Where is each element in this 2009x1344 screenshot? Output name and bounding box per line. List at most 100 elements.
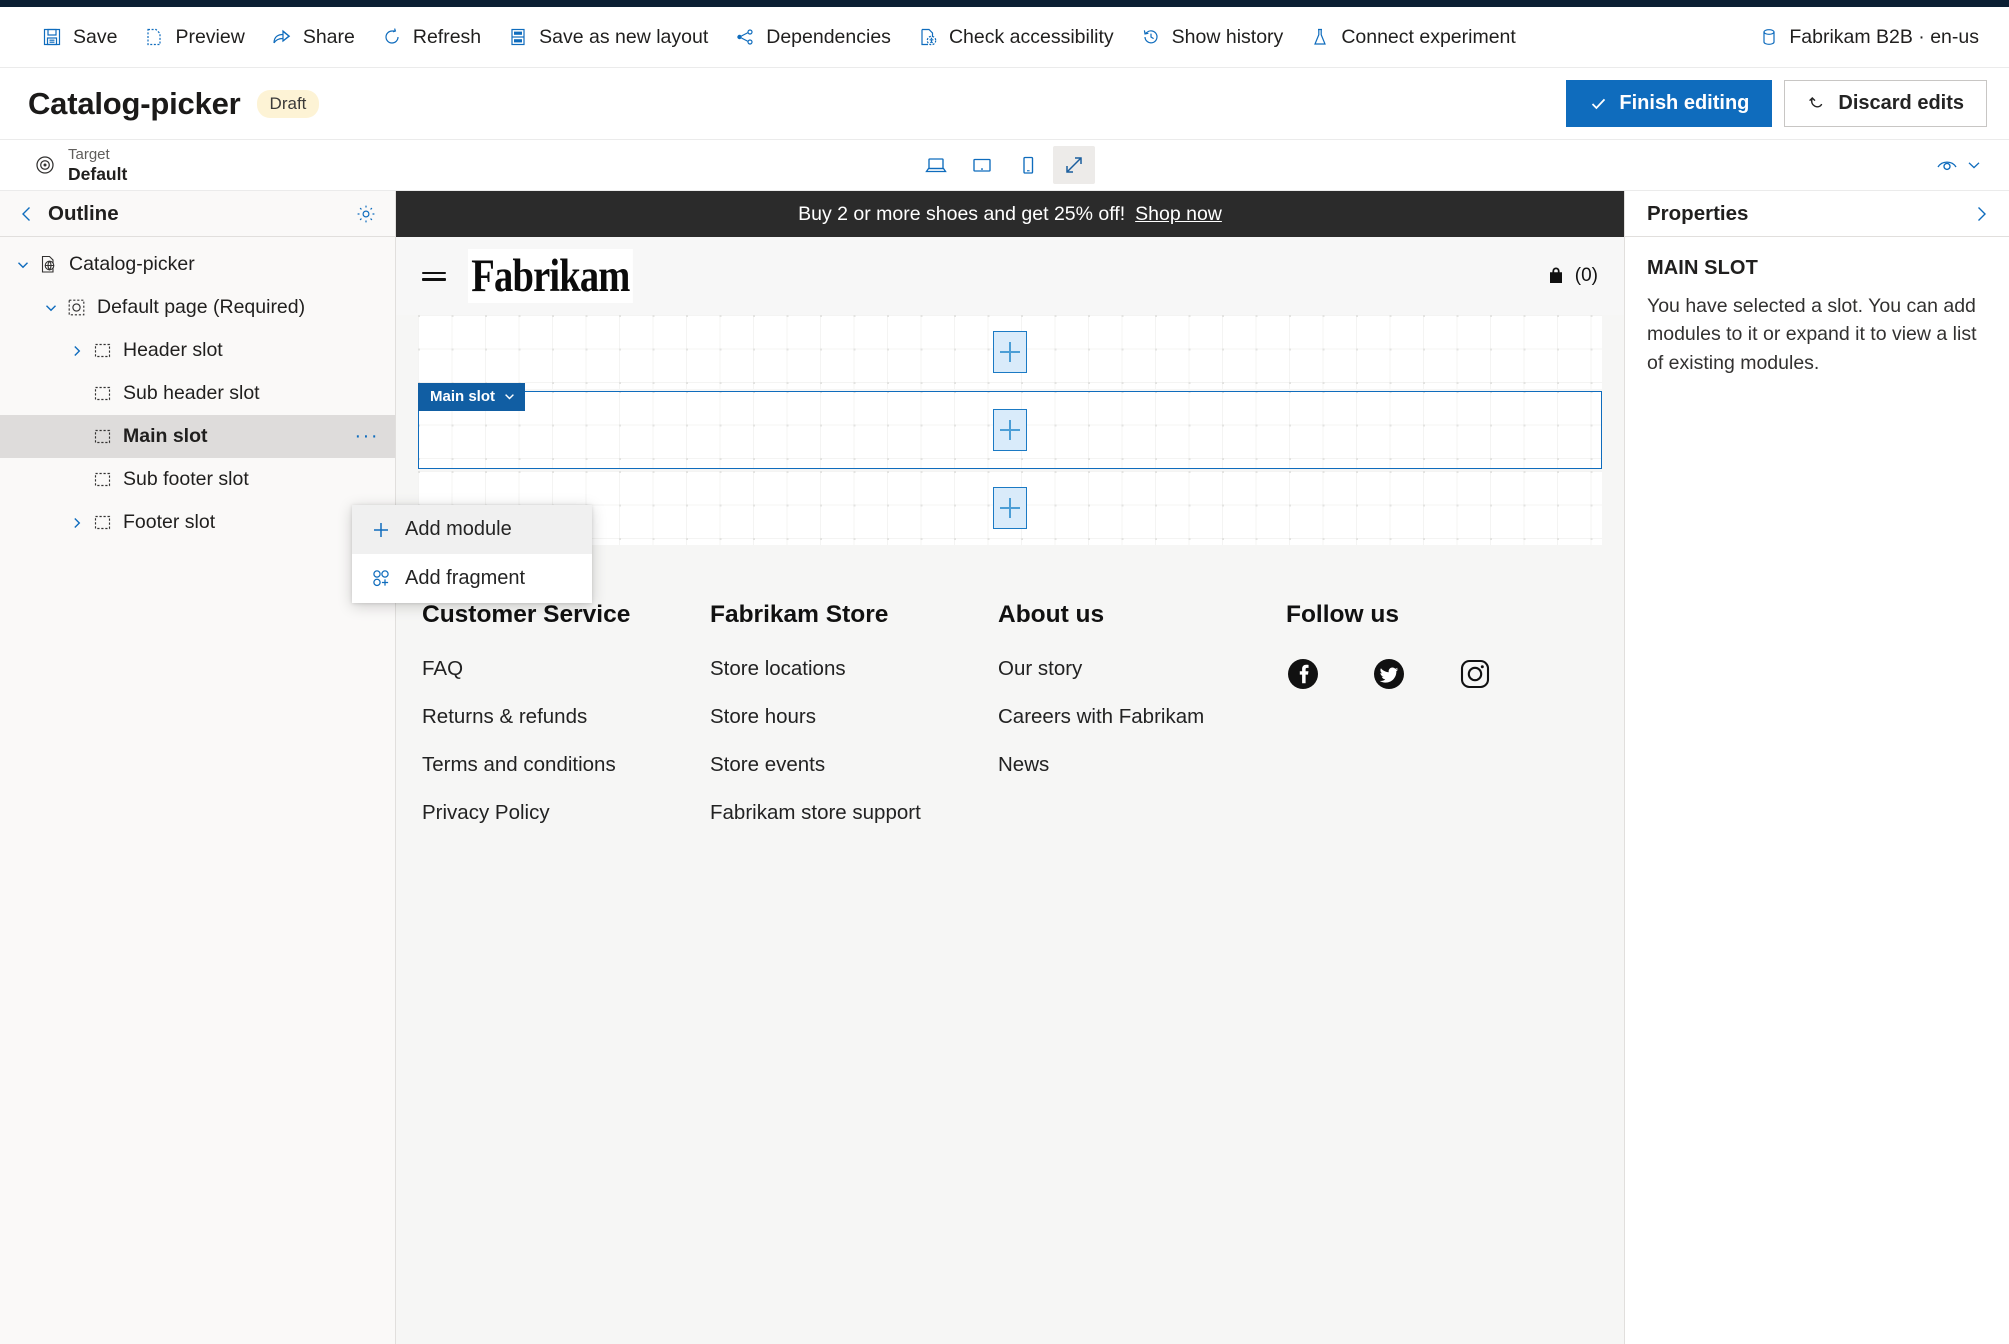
page-slot-icon xyxy=(64,296,88,320)
chevron-down-icon xyxy=(1965,156,1983,174)
tablet-view-button[interactable] xyxy=(961,146,1003,184)
slot-icon xyxy=(90,425,114,449)
social-links xyxy=(1286,657,1492,691)
footer-link[interactable]: Careers with Fabrikam xyxy=(998,705,1286,729)
finish-editing-label: Finish editing xyxy=(1619,92,1750,114)
main-slot-tag-label: Main slot xyxy=(430,388,496,405)
workspace-body: Outline Catalog-picker Default page (Req… xyxy=(0,191,2009,1344)
discard-edits-button[interactable]: Discard edits xyxy=(1784,80,1987,127)
main-slot-tag[interactable]: Main slot xyxy=(418,383,526,411)
environment-selector[interactable]: Fabrikam B2B · en-us xyxy=(1750,15,1989,59)
instagram-icon[interactable] xyxy=(1458,657,1492,691)
finish-editing-button[interactable]: Finish editing xyxy=(1566,80,1773,127)
slot-icon xyxy=(90,511,114,535)
preview-button[interactable]: Preview xyxy=(130,15,257,59)
tree-item-more-button[interactable]: ··· xyxy=(349,425,385,448)
target-selector[interactable]: Target Default xyxy=(34,146,128,184)
footer-column-follow-us: Follow us xyxy=(1286,601,1492,849)
footer-column-about-us: About us Our story Careers with Fabrikam… xyxy=(998,601,1286,849)
page-header: Catalog-picker Draft Finish editing Disc… xyxy=(0,68,2009,140)
fullwidth-view-button[interactable] xyxy=(1052,146,1095,184)
tree-item-default-page[interactable]: Default page (Required) xyxy=(0,286,395,329)
discard-edits-label: Discard edits xyxy=(1838,92,1964,114)
facebook-icon[interactable] xyxy=(1286,657,1320,691)
add-module-plus-button[interactable] xyxy=(993,409,1027,451)
target-bar-right xyxy=(1927,149,1991,181)
dependencies-button[interactable]: Dependencies xyxy=(721,15,904,59)
fabrikam-logo: Fabrikam xyxy=(468,249,633,303)
save-icon xyxy=(41,26,63,48)
dropzone-main-slot[interactable] xyxy=(418,391,1602,469)
properties-panel: Properties MAIN SLOT You have selected a… xyxy=(1625,191,2009,1344)
eye-icon xyxy=(1935,155,1959,175)
target-label: Target xyxy=(68,146,110,164)
slot-icon xyxy=(90,382,114,406)
outline-settings-button[interactable] xyxy=(351,199,381,229)
add-module-plus-button[interactable] xyxy=(993,487,1027,529)
dropzone-sub-header[interactable] xyxy=(418,315,1602,389)
save-as-new-layout-button[interactable]: Save as new layout xyxy=(494,15,721,59)
device-view-group xyxy=(915,146,1095,184)
tree-item-catalog-picker[interactable]: Catalog-picker xyxy=(0,243,395,286)
footer-link[interactable]: Store events xyxy=(710,753,998,777)
save-button[interactable]: Save xyxy=(28,15,130,59)
cart-button[interactable]: (0) xyxy=(1545,265,1598,287)
refresh-button[interactable]: Refresh xyxy=(368,15,494,59)
footer-link[interactable]: Fabrikam store support xyxy=(710,801,998,825)
chevron-down-icon[interactable] xyxy=(38,295,64,321)
tree-item-label: Sub header slot xyxy=(123,382,260,404)
visibility-toggle[interactable] xyxy=(1927,149,1991,181)
connect-experiment-button[interactable]: Connect experiment xyxy=(1296,15,1529,59)
add-fragment-menu-item[interactable]: Add fragment xyxy=(352,554,592,603)
footer-link[interactable]: Returns & refunds xyxy=(422,705,710,729)
twitter-icon[interactable] xyxy=(1372,657,1406,691)
footer-link[interactable]: Store locations xyxy=(710,657,998,681)
tree-item-header-slot[interactable]: Header slot xyxy=(0,329,395,372)
footer-link[interactable]: Store hours xyxy=(710,705,998,729)
footer-column-heading: Follow us xyxy=(1286,601,1399,628)
footer-column-heading: Fabrikam Store xyxy=(710,601,889,628)
share-button-label: Share xyxy=(302,25,355,48)
tree-item-label: Default page (Required) xyxy=(97,296,306,318)
tree-item-footer-slot[interactable]: Footer slot xyxy=(0,501,395,544)
desktop-view-button[interactable] xyxy=(915,146,957,184)
chevron-down-icon[interactable] xyxy=(10,252,36,278)
slot-icon xyxy=(90,468,114,492)
footer-link[interactable]: Privacy Policy xyxy=(422,801,710,825)
collapse-properties-button[interactable] xyxy=(1967,200,1995,228)
tree-item-label: Header slot xyxy=(123,339,223,361)
footer-column-heading: About us xyxy=(998,601,1105,628)
add-module-menu-item[interactable]: Add module xyxy=(352,505,592,554)
footer-column-customer-service: Customer Service FAQ Returns & refunds T… xyxy=(422,601,710,849)
dependencies-icon xyxy=(734,26,756,48)
footer-link[interactable]: Terms and conditions xyxy=(422,753,710,777)
add-module-menu-label: Add module xyxy=(405,518,512,540)
chevron-right-icon[interactable] xyxy=(64,338,90,364)
hamburger-menu-icon[interactable] xyxy=(422,271,446,281)
check-accessibility-label: Check accessibility xyxy=(948,25,1114,48)
tree-item-sub-header-slot[interactable]: Sub header slot xyxy=(0,372,395,415)
outline-title: Outline xyxy=(48,201,119,225)
footer-link[interactable]: Our story xyxy=(998,657,1286,681)
mobile-view-button[interactable] xyxy=(1007,146,1049,184)
target-device-bar: Target Default xyxy=(0,140,2009,191)
share-icon xyxy=(271,26,293,48)
add-module-plus-button[interactable] xyxy=(993,331,1027,373)
share-button[interactable]: Share xyxy=(258,15,368,59)
check-accessibility-button[interactable]: Check accessibility xyxy=(904,15,1127,59)
promo-shop-now-link[interactable]: Shop now xyxy=(1135,203,1222,226)
footer-link[interactable]: News xyxy=(998,753,1286,777)
top-accent-strip xyxy=(0,0,2009,7)
collapse-outline-button[interactable] xyxy=(14,201,40,227)
tree-item-main-slot[interactable]: Main slot ··· xyxy=(0,415,395,458)
show-history-button[interactable]: Show history xyxy=(1127,15,1297,59)
target-value: Default xyxy=(68,163,128,184)
footer-column-heading: Customer Service xyxy=(422,601,631,628)
dropzone-sub-footer[interactable] xyxy=(418,471,1602,545)
chevron-right-icon[interactable] xyxy=(64,510,90,536)
target-icon xyxy=(34,154,56,176)
page-globe-icon xyxy=(36,253,60,277)
footer-link[interactable]: FAQ xyxy=(422,657,710,681)
preview-icon xyxy=(143,26,165,48)
tree-item-sub-footer-slot[interactable]: Sub footer slot xyxy=(0,458,395,501)
